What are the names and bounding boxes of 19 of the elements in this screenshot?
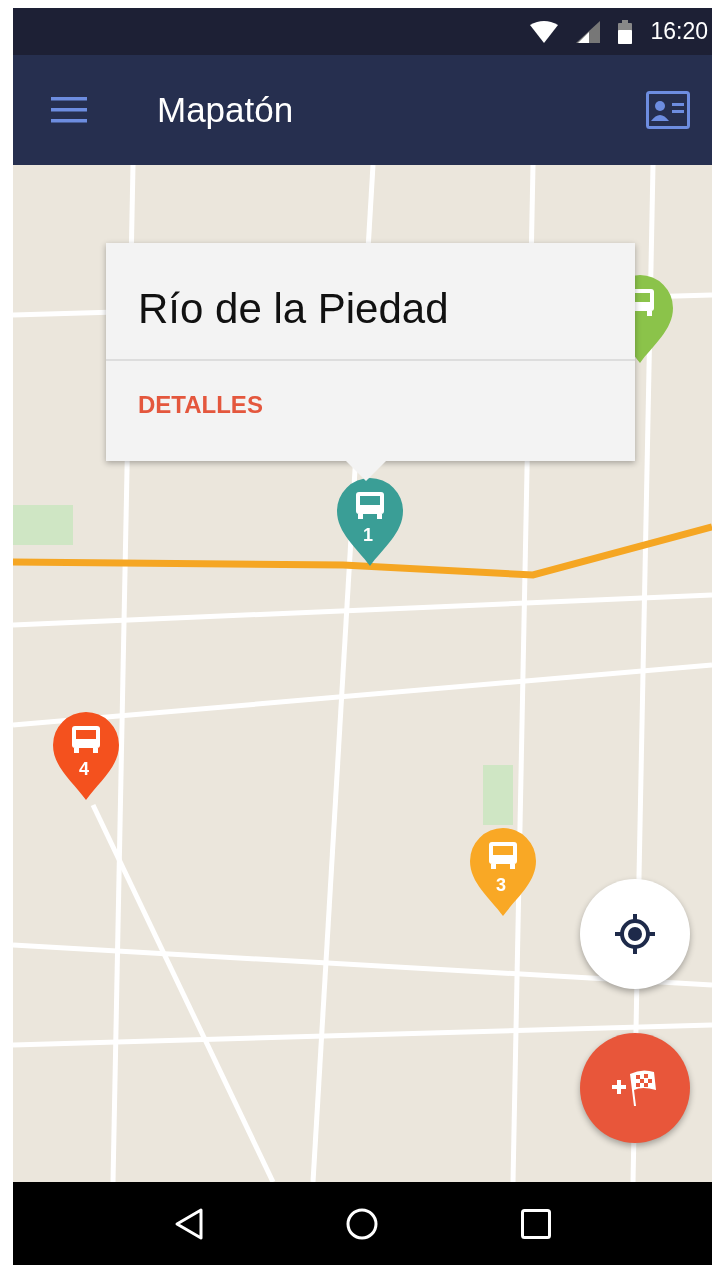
back-icon[interactable] xyxy=(174,1206,205,1241)
wifi-icon xyxy=(530,20,559,43)
status-time: 16:20 xyxy=(650,18,708,45)
location-target-icon xyxy=(613,912,657,956)
home-icon[interactable] xyxy=(346,1207,379,1240)
map-pin[interactable] xyxy=(53,712,119,800)
app-title: Mapatón xyxy=(157,90,295,130)
battery-icon xyxy=(618,19,633,44)
recents-icon[interactable] xyxy=(520,1208,551,1239)
signal-icon xyxy=(576,20,601,43)
add-flag-icon xyxy=(612,1070,658,1106)
pin-number: 1 xyxy=(363,525,373,545)
menu-icon[interactable] xyxy=(51,97,87,123)
details-button[interactable]: DETALLES xyxy=(138,391,263,419)
popup-title: Río de la Piedad xyxy=(106,243,635,361)
pin-number: 3 xyxy=(496,875,506,895)
contact-card-icon[interactable] xyxy=(646,91,690,129)
pin-number: 4 xyxy=(79,759,89,779)
map-pin[interactable] xyxy=(337,478,403,566)
